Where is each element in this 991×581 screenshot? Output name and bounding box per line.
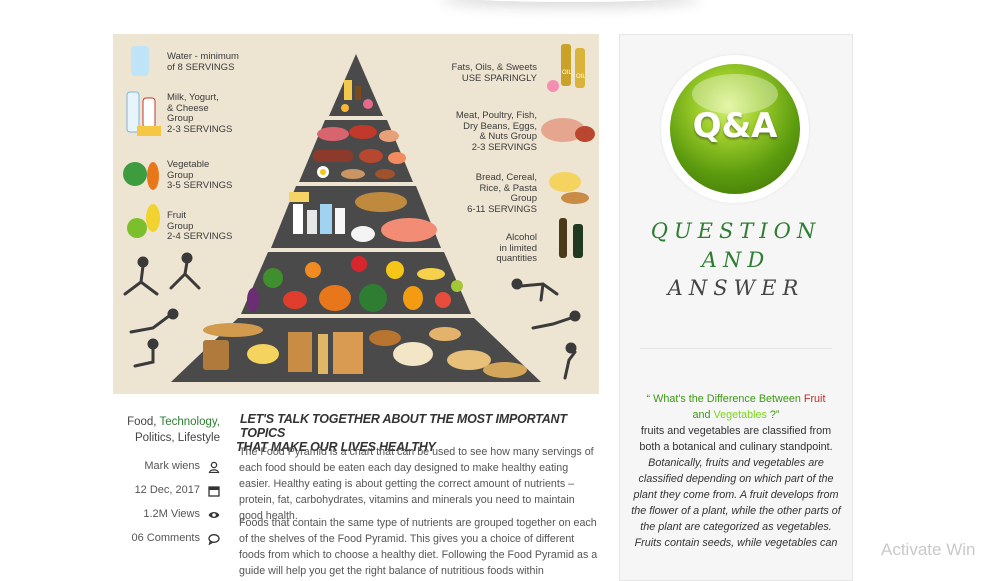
legend-alcohol: Alcohol in limited quantities <box>496 232 537 265</box>
comments-text[interactable]: 06 Comments <box>132 532 200 544</box>
pear-icon <box>146 204 160 232</box>
legend-line: Group <box>510 193 537 204</box>
question-vegetables: Vegetables <box>713 409 767 421</box>
qa-title-and: AND <box>701 248 771 272</box>
exercise-figures-right <box>511 278 581 380</box>
food-pyramid-image[interactable]: OIL OIL Water - minimum of 8 SERVINGS Mi… <box>113 34 599 394</box>
post-comments[interactable]: 06 Comments <box>110 532 220 548</box>
legend-line: Water - minimum <box>167 51 239 62</box>
header-shadow <box>440 0 700 2</box>
category-link-food[interactable]: Food, <box>127 416 159 428</box>
legend-line: 2-4 SERVINGS <box>167 231 233 242</box>
category-link-technology[interactable]: Technology, <box>159 416 220 428</box>
apple-icon <box>127 218 147 238</box>
post-date: 12 Dec, 2017 <box>110 484 220 500</box>
legend-vegetable: Vegetable Group 3-5 SERVINGS <box>167 159 233 192</box>
author-name[interactable]: Mark wiens <box>144 460 200 472</box>
post-author[interactable]: Mark wiens <box>110 460 220 476</box>
qa-title-question: QUESTION <box>650 219 822 243</box>
broccoli-icon <box>123 162 147 186</box>
question-fruit: Fruit <box>803 393 826 405</box>
qa-logo-text: Q&A <box>692 106 778 146</box>
legend-line: 3-5 SERVINGS <box>167 180 233 191</box>
views-text: 1.2M Views <box>143 508 200 520</box>
legend-line: Meat, Poultry, Fish, <box>455 110 537 121</box>
eye-icon <box>208 512 220 518</box>
wine-bottle-icon <box>559 218 567 258</box>
bread-icon <box>561 192 589 204</box>
legend-line: Milk, Yogurt, <box>167 92 219 103</box>
legend-line: quantities <box>496 253 537 264</box>
qa-title-answer: ANSWER <box>667 276 805 300</box>
question-text: and <box>692 409 714 421</box>
legend-fats: Fats, Oils, & Sweets USE SPARINGLY <box>451 62 537 84</box>
date-text: 12 Dec, 2017 <box>134 484 200 496</box>
answer-text-italic: Botanically, fruits and vegetables are c… <box>631 457 841 549</box>
yogurt-icon <box>142 97 156 129</box>
category-link-politics-lifestyle[interactable]: Politics, Lifestyle <box>135 432 220 444</box>
headline-line[interactable]: LET'S TALK TOGETHER ABOUT THE MOST IMPOR… <box>236 412 601 440</box>
user-icon <box>208 461 220 473</box>
oil-label: OIL <box>562 70 572 76</box>
legend-line: Alcohol <box>505 232 537 243</box>
calendar-icon <box>208 486 220 497</box>
legend-bread: Bread, Cereal, Rice, & Pasta Group 6-11 … <box>467 172 537 215</box>
legend-fruit: Fruit Group 2-4 SERVINGS <box>167 210 233 243</box>
comment-icon <box>208 534 220 545</box>
carrot-icon <box>147 162 159 190</box>
post-categories: Food, Technology, Politics, Lifestyle <box>120 414 220 446</box>
sidebar-divider <box>640 348 832 349</box>
legend-line: Vegetable <box>167 159 210 170</box>
question-text: ?” <box>766 409 780 421</box>
wine-bottle-icon <box>573 224 583 258</box>
question-text: “ What's the Difference Between <box>646 393 804 405</box>
exercise-figures-left <box>123 252 201 368</box>
legend-line: 6-11 SERVINGS <box>467 203 537 215</box>
legend-line: USE SPARINGLY <box>461 72 537 84</box>
pyramid-tier-fats <box>329 54 383 116</box>
legend-line: Fruit <box>167 210 186 221</box>
oil-bottle-icon <box>575 48 585 88</box>
post-views: 1.2M Views <box>110 508 220 524</box>
legend-dairy: Milk, Yogurt, & Cheese Group 2-3 SERVING… <box>167 92 233 135</box>
legend-line: 2-3 SERVINGS <box>167 123 233 135</box>
legend-line: Fats, Oils, & Sweets <box>451 62 537 73</box>
answer-text: fruits and vegetables are classified fro… <box>639 425 833 453</box>
legend-line: of 8 SERVINGS <box>167 61 235 73</box>
post-paragraph: The Food Pyramid is a chart that can be … <box>239 446 594 522</box>
qa-answer: fruits and vegetables are classified fro… <box>630 423 842 551</box>
legend-line: 2-3 SERVINGS <box>471 141 537 153</box>
cheese-icon <box>137 126 161 136</box>
oil-label: OIL <box>576 74 586 80</box>
cupcake-icon <box>547 80 559 92</box>
legend-meat: Meat, Poultry, Fish, Dry Beans, Eggs, & … <box>455 110 537 153</box>
steak-icon <box>575 126 595 142</box>
water-icon <box>131 46 149 76</box>
legend-line: Bread, Cereal, <box>475 172 537 183</box>
qa-question[interactable]: “ What's the Difference Between Fruit an… <box>630 391 842 423</box>
legend-water: Water - minimum of 8 SERVINGS <box>167 51 239 73</box>
legend-line: Group <box>167 113 194 124</box>
oil-bottle-icon <box>561 44 571 86</box>
post-paragraph: Foods that contain the same type of nutr… <box>239 517 598 577</box>
cereal-icon <box>549 172 581 192</box>
activate-windows-watermark: Activate Win <box>881 540 976 559</box>
legend-line: & Nuts Group <box>479 131 537 142</box>
qa-logo[interactable]: Q&A <box>670 64 800 194</box>
